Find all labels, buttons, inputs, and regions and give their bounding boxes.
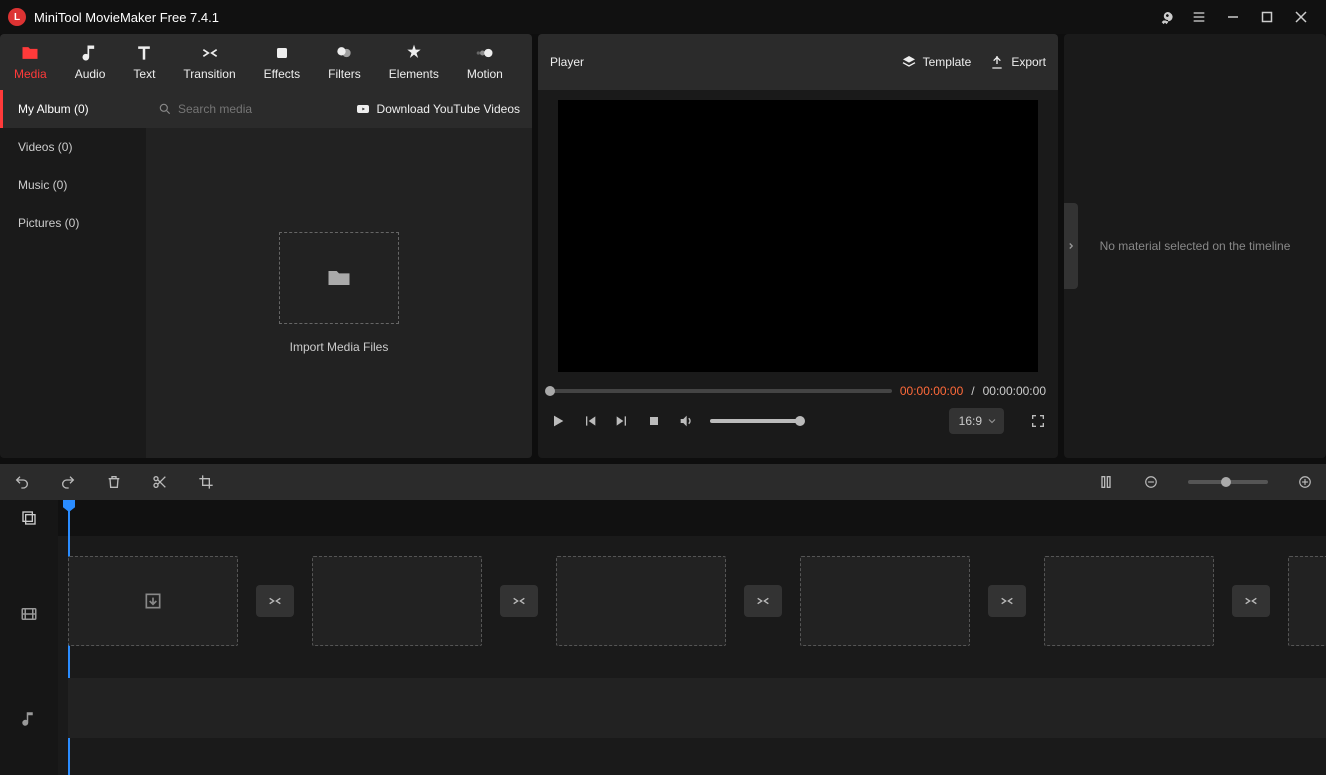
- tab-effects[interactable]: Effects: [250, 34, 314, 90]
- tab-label: Text: [133, 67, 155, 81]
- minimize-button[interactable]: [1216, 0, 1250, 34]
- inspector-panel: No material selected on the timeline: [1064, 34, 1326, 458]
- drop-box[interactable]: [279, 232, 399, 324]
- fit-button[interactable]: [1098, 474, 1114, 490]
- next-frame-button[interactable]: [614, 413, 630, 429]
- video-track[interactable]: [58, 554, 1326, 648]
- titlebar: L MiniTool MovieMaker Free 7.4.1: [0, 0, 1326, 34]
- import-label: Import Media Files: [290, 340, 389, 354]
- tab-label: Motion: [467, 67, 503, 81]
- tool-tabs: Media Audio Text Transition Effects Filt…: [0, 34, 532, 90]
- search-icon: [158, 102, 172, 116]
- export-icon: [989, 54, 1005, 70]
- tab-label: Filters: [328, 67, 361, 81]
- fullscreen-button[interactable]: [1030, 413, 1046, 429]
- layers-icon: [901, 54, 917, 70]
- transition-slot[interactable]: [1232, 585, 1270, 617]
- total-time: 00:00:00:00: [983, 384, 1046, 398]
- aspect-ratio-value: 16:9: [959, 414, 982, 428]
- sidebar-item-music[interactable]: Music (0): [0, 166, 146, 204]
- clip-placeholder[interactable]: [556, 556, 726, 646]
- transition-slot[interactable]: [256, 585, 294, 617]
- tab-label: Effects: [264, 67, 300, 81]
- player-panel: Player Template Export 00:00:00:00 / 00:…: [538, 34, 1058, 458]
- download-youtube-button[interactable]: Download YouTube Videos: [355, 101, 520, 117]
- time-separator: /: [971, 384, 974, 398]
- redo-button[interactable]: [60, 474, 76, 490]
- aspect-ratio-select[interactable]: 16:9: [949, 408, 1004, 434]
- app-title: MiniTool MovieMaker Free 7.4.1: [34, 10, 219, 25]
- close-button[interactable]: [1284, 0, 1318, 34]
- tab-text[interactable]: Text: [119, 34, 169, 90]
- video-track-icon: [0, 554, 58, 674]
- zoom-slider[interactable]: [1188, 480, 1268, 484]
- inspector-empty-text: No material selected on the timeline: [1100, 239, 1291, 253]
- audio-track-icon: [0, 674, 58, 764]
- transition-slot[interactable]: [500, 585, 538, 617]
- tab-audio[interactable]: Audio: [61, 34, 120, 90]
- split-button[interactable]: [152, 474, 168, 490]
- maximize-button[interactable]: [1250, 0, 1284, 34]
- clip-placeholder[interactable]: [1044, 556, 1214, 646]
- folder-icon: [325, 264, 353, 292]
- tab-label: Audio: [75, 67, 106, 81]
- search-input[interactable]: [178, 102, 338, 116]
- chevron-down-icon: [986, 415, 998, 427]
- youtube-icon: [355, 101, 371, 117]
- volume-slider[interactable]: [710, 419, 800, 423]
- tab-filters[interactable]: Filters: [314, 34, 375, 90]
- left-panel: Media Audio Text Transition Effects Filt…: [0, 34, 532, 458]
- tab-label: Transition: [183, 67, 235, 81]
- template-button[interactable]: Template: [901, 54, 972, 70]
- clip-placeholder[interactable]: [1288, 556, 1326, 646]
- prev-frame-button[interactable]: [582, 413, 598, 429]
- stop-button[interactable]: [646, 413, 662, 429]
- clip-placeholder[interactable]: [312, 556, 482, 646]
- clip-placeholder[interactable]: [800, 556, 970, 646]
- search-input-wrap: [158, 102, 347, 116]
- template-label: Template: [923, 55, 972, 69]
- panel-collapse-handle[interactable]: [1064, 203, 1078, 289]
- media-sidebar: My Album (0) Videos (0) Music (0) Pictur…: [0, 90, 146, 458]
- media-content: Download YouTube Videos Import Media Fil…: [146, 90, 532, 458]
- download-label: Download YouTube Videos: [377, 102, 520, 116]
- timeline-ruler[interactable]: [58, 500, 1326, 536]
- sidebar-item-my-album[interactable]: My Album (0): [0, 90, 146, 128]
- volume-button[interactable]: [678, 413, 694, 429]
- key-icon[interactable]: [1148, 0, 1182, 34]
- tab-label: Elements: [389, 67, 439, 81]
- zoom-in-button[interactable]: [1298, 475, 1312, 489]
- chevron-right-icon: [1066, 241, 1076, 251]
- sidebar-item-pictures[interactable]: Pictures (0): [0, 204, 146, 242]
- sidebar-item-videos[interactable]: Videos (0): [0, 128, 146, 166]
- preview-canvas: [558, 100, 1038, 372]
- scrub-bar[interactable]: [550, 389, 892, 393]
- import-icon: [143, 591, 163, 611]
- current-time: 00:00:00:00: [900, 384, 963, 398]
- play-button[interactable]: [550, 413, 566, 429]
- delete-button[interactable]: [106, 474, 122, 490]
- timeline-panel: [0, 464, 1326, 775]
- transition-slot[interactable]: [988, 585, 1026, 617]
- crop-button[interactable]: [198, 474, 214, 490]
- tab-motion[interactable]: Motion: [453, 34, 517, 90]
- tab-elements[interactable]: Elements: [375, 34, 453, 90]
- app-logo-icon: L: [8, 8, 26, 26]
- add-track-button[interactable]: [0, 500, 58, 536]
- undo-button[interactable]: [14, 474, 30, 490]
- export-label: Export: [1011, 55, 1046, 69]
- export-button[interactable]: Export: [989, 54, 1046, 70]
- import-area[interactable]: Import Media Files: [146, 128, 532, 458]
- player-title: Player: [550, 55, 584, 69]
- hamburger-icon[interactable]: [1182, 0, 1216, 34]
- transition-slot[interactable]: [744, 585, 782, 617]
- zoom-out-button[interactable]: [1144, 475, 1158, 489]
- tab-label: Media: [14, 67, 47, 81]
- tab-transition[interactable]: Transition: [169, 34, 249, 90]
- clip-placeholder[interactable]: [68, 556, 238, 646]
- audio-track[interactable]: [68, 678, 1326, 738]
- tab-media[interactable]: Media: [0, 34, 61, 90]
